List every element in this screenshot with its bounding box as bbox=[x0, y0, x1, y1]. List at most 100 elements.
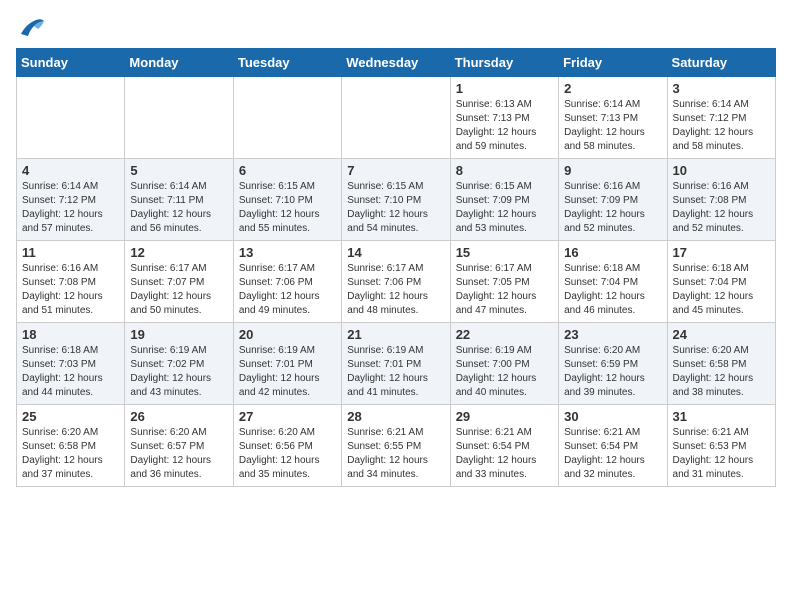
calendar-cell: 12 Sunrise: 6:17 AM Sunset: 7:07 PM Dayli… bbox=[125, 241, 233, 323]
day-info: Sunrise: 6:16 AM Sunset: 7:08 PM Dayligh… bbox=[22, 262, 119, 318]
day-number: 14 bbox=[347, 245, 444, 260]
week-row-4: 18 Sunrise: 6:18 AM Sunset: 7:03 PM Dayli… bbox=[17, 323, 776, 405]
week-row-3: 11 Sunrise: 6:16 AM Sunset: 7:08 PM Dayli… bbox=[17, 241, 776, 323]
day-number: 18 bbox=[22, 327, 119, 342]
day-info: Sunrise: 6:17 AM Sunset: 7:06 PM Dayligh… bbox=[239, 262, 336, 318]
calendar-cell: 16 Sunrise: 6:18 AM Sunset: 7:04 PM Dayli… bbox=[559, 241, 667, 323]
day-info: Sunrise: 6:21 AM Sunset: 6:54 PM Dayligh… bbox=[564, 426, 661, 482]
day-info: Sunrise: 6:16 AM Sunset: 7:08 PM Dayligh… bbox=[673, 180, 770, 236]
day-info: Sunrise: 6:20 AM Sunset: 6:58 PM Dayligh… bbox=[22, 426, 119, 482]
day-info: Sunrise: 6:17 AM Sunset: 7:05 PM Dayligh… bbox=[456, 262, 553, 318]
calendar-cell bbox=[342, 77, 450, 159]
day-info: Sunrise: 6:13 AM Sunset: 7:13 PM Dayligh… bbox=[456, 98, 553, 154]
day-info: Sunrise: 6:21 AM Sunset: 6:54 PM Dayligh… bbox=[456, 426, 553, 482]
calendar-cell bbox=[125, 77, 233, 159]
calendar-cell: 28 Sunrise: 6:21 AM Sunset: 6:55 PM Dayli… bbox=[342, 405, 450, 487]
day-number: 17 bbox=[673, 245, 770, 260]
day-info: Sunrise: 6:17 AM Sunset: 7:07 PM Dayligh… bbox=[130, 262, 227, 318]
day-info: Sunrise: 6:14 AM Sunset: 7:13 PM Dayligh… bbox=[564, 98, 661, 154]
day-info: Sunrise: 6:20 AM Sunset: 6:57 PM Dayligh… bbox=[130, 426, 227, 482]
calendar-cell: 31 Sunrise: 6:21 AM Sunset: 6:53 PM Dayli… bbox=[667, 405, 775, 487]
calendar-cell bbox=[17, 77, 125, 159]
calendar-cell: 13 Sunrise: 6:17 AM Sunset: 7:06 PM Dayli… bbox=[233, 241, 341, 323]
day-number: 31 bbox=[673, 409, 770, 424]
calendar-cell: 1 Sunrise: 6:13 AM Sunset: 7:13 PM Daylig… bbox=[450, 77, 558, 159]
week-row-2: 4Sunrise: 6:14 AM Sunset: 7:12 PM Daylig… bbox=[17, 159, 776, 241]
day-info: Sunrise: 6:15 AM Sunset: 7:10 PM Dayligh… bbox=[239, 180, 336, 236]
day-info: Sunrise: 6:20 AM Sunset: 6:59 PM Dayligh… bbox=[564, 344, 661, 400]
calendar-cell: 24Sunrise: 6:20 AM Sunset: 6:58 PM Dayli… bbox=[667, 323, 775, 405]
day-number: 24 bbox=[673, 327, 770, 342]
day-info: Sunrise: 6:14 AM Sunset: 7:12 PM Dayligh… bbox=[22, 180, 119, 236]
calendar-cell: 7 Sunrise: 6:15 AM Sunset: 7:10 PM Daylig… bbox=[342, 159, 450, 241]
day-info: Sunrise: 6:19 AM Sunset: 7:00 PM Dayligh… bbox=[456, 344, 553, 400]
day-number: 28 bbox=[347, 409, 444, 424]
calendar-cell: 6 Sunrise: 6:15 AM Sunset: 7:10 PM Daylig… bbox=[233, 159, 341, 241]
day-number: 23 bbox=[564, 327, 661, 342]
day-info: Sunrise: 6:18 AM Sunset: 7:04 PM Dayligh… bbox=[564, 262, 661, 318]
day-number: 16 bbox=[564, 245, 661, 260]
day-info: Sunrise: 6:21 AM Sunset: 6:55 PM Dayligh… bbox=[347, 426, 444, 482]
weekday-header-sunday: Sunday bbox=[17, 49, 125, 77]
week-row-5: 25 Sunrise: 6:20 AM Sunset: 6:58 PM Dayli… bbox=[17, 405, 776, 487]
day-info: Sunrise: 6:21 AM Sunset: 6:53 PM Dayligh… bbox=[673, 426, 770, 482]
day-number: 13 bbox=[239, 245, 336, 260]
weekday-header-wednesday: Wednesday bbox=[342, 49, 450, 77]
calendar-cell: 9 Sunrise: 6:16 AM Sunset: 7:09 PM Daylig… bbox=[559, 159, 667, 241]
logo bbox=[16, 16, 50, 40]
day-number: 11 bbox=[22, 245, 119, 260]
day-number: 2 bbox=[564, 81, 661, 96]
weekday-header-saturday: Saturday bbox=[667, 49, 775, 77]
day-info: Sunrise: 6:20 AM Sunset: 6:56 PM Dayligh… bbox=[239, 426, 336, 482]
day-number: 25 bbox=[22, 409, 119, 424]
day-number: 26 bbox=[130, 409, 227, 424]
calendar-cell: 20Sunrise: 6:19 AM Sunset: 7:01 PM Dayli… bbox=[233, 323, 341, 405]
calendar-cell: 11 Sunrise: 6:16 AM Sunset: 7:08 PM Dayli… bbox=[17, 241, 125, 323]
day-number: 15 bbox=[456, 245, 553, 260]
weekday-header-monday: Monday bbox=[125, 49, 233, 77]
day-number: 7 bbox=[347, 163, 444, 178]
day-number: 3 bbox=[673, 81, 770, 96]
day-number: 1 bbox=[456, 81, 553, 96]
weekday-header-friday: Friday bbox=[559, 49, 667, 77]
page-header bbox=[16, 16, 776, 40]
day-number: 10 bbox=[673, 163, 770, 178]
calendar-cell: 26 Sunrise: 6:20 AM Sunset: 6:57 PM Dayli… bbox=[125, 405, 233, 487]
day-number: 9 bbox=[564, 163, 661, 178]
day-number: 6 bbox=[239, 163, 336, 178]
day-info: Sunrise: 6:18 AM Sunset: 7:03 PM Dayligh… bbox=[22, 344, 119, 400]
calendar-cell: 3 Sunrise: 6:14 AM Sunset: 7:12 PM Daylig… bbox=[667, 77, 775, 159]
calendar-cell: 21 Sunrise: 6:19 AM Sunset: 7:01 PM Dayli… bbox=[342, 323, 450, 405]
weekday-header-thursday: Thursday bbox=[450, 49, 558, 77]
day-number: 22 bbox=[456, 327, 553, 342]
logo-icon bbox=[16, 16, 46, 40]
day-info: Sunrise: 6:19 AM Sunset: 7:02 PM Dayligh… bbox=[130, 344, 227, 400]
day-number: 12 bbox=[130, 245, 227, 260]
day-info: Sunrise: 6:14 AM Sunset: 7:12 PM Dayligh… bbox=[673, 98, 770, 154]
day-number: 27 bbox=[239, 409, 336, 424]
calendar-cell: 30 Sunrise: 6:21 AM Sunset: 6:54 PM Dayli… bbox=[559, 405, 667, 487]
day-info: Sunrise: 6:15 AM Sunset: 7:10 PM Dayligh… bbox=[347, 180, 444, 236]
calendar-cell: 19 Sunrise: 6:19 AM Sunset: 7:02 PM Dayli… bbox=[125, 323, 233, 405]
calendar-cell: 5Sunrise: 6:14 AM Sunset: 7:11 PM Daylig… bbox=[125, 159, 233, 241]
day-number: 8 bbox=[456, 163, 553, 178]
day-number: 5 bbox=[130, 163, 227, 178]
day-info: Sunrise: 6:19 AM Sunset: 7:01 PM Dayligh… bbox=[347, 344, 444, 400]
week-row-1: 1 Sunrise: 6:13 AM Sunset: 7:13 PM Daylig… bbox=[17, 77, 776, 159]
calendar-cell: 18 Sunrise: 6:18 AM Sunset: 7:03 PM Dayli… bbox=[17, 323, 125, 405]
calendar-cell bbox=[233, 77, 341, 159]
day-number: 30 bbox=[564, 409, 661, 424]
calendar-cell: 23 Sunrise: 6:20 AM Sunset: 6:59 PM Dayli… bbox=[559, 323, 667, 405]
calendar-cell: 29 Sunrise: 6:21 AM Sunset: 6:54 PM Dayli… bbox=[450, 405, 558, 487]
weekday-header-tuesday: Tuesday bbox=[233, 49, 341, 77]
calendar-cell: 4Sunrise: 6:14 AM Sunset: 7:12 PM Daylig… bbox=[17, 159, 125, 241]
calendar-cell: 17Sunrise: 6:18 AM Sunset: 7:04 PM Dayli… bbox=[667, 241, 775, 323]
calendar-cell: 25 Sunrise: 6:20 AM Sunset: 6:58 PM Dayli… bbox=[17, 405, 125, 487]
calendar-cell: 10 Sunrise: 6:16 AM Sunset: 7:08 PM Dayli… bbox=[667, 159, 775, 241]
calendar-cell: 22 Sunrise: 6:19 AM Sunset: 7:00 PM Dayli… bbox=[450, 323, 558, 405]
day-number: 19 bbox=[130, 327, 227, 342]
day-number: 29 bbox=[456, 409, 553, 424]
day-info: Sunrise: 6:16 AM Sunset: 7:09 PM Dayligh… bbox=[564, 180, 661, 236]
day-number: 21 bbox=[347, 327, 444, 342]
day-number: 20 bbox=[239, 327, 336, 342]
